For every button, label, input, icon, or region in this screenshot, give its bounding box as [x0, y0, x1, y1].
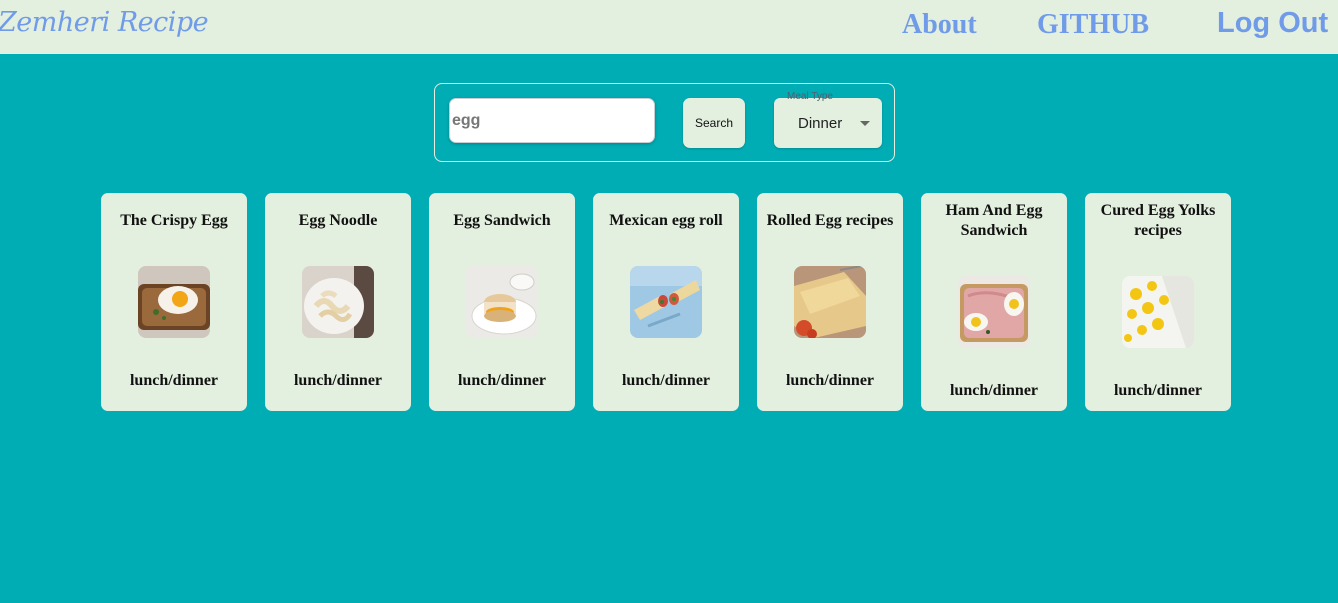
egg-muffin-sandwich-photo — [466, 266, 538, 338]
recipe-meal-type: lunch/dinner — [293, 372, 383, 389]
recipe-meal-type: lunch/dinner — [621, 372, 711, 389]
ham-egg-toast-photo — [958, 276, 1030, 348]
nav-github-link[interactable]: GITHUB — [1037, 9, 1149, 41]
recipe-card[interactable]: Ham And Egg Sandwich lunch/dinner — [921, 193, 1067, 411]
recipe-card[interactable]: The Crispy Egg lunch/dinner — [101, 193, 247, 411]
recipe-title: Cured Egg Yolks recipes — [1100, 202, 1216, 239]
egg-noodle-plate-photo — [302, 266, 374, 338]
recipe-title: Egg Noodle — [298, 212, 378, 229]
brand-logo[interactable]: Zemheri Recipe — [0, 7, 209, 38]
recipe-card[interactable]: Rolled Egg recipes lunch/dinner — [757, 193, 903, 411]
recipe-card[interactable]: Egg Sandwich lunch/dinner — [429, 193, 575, 411]
recipe-title: Mexican egg roll — [609, 212, 723, 229]
fried-egg-toast-photo — [138, 266, 210, 338]
chevron-down-icon — [860, 121, 870, 126]
recipe-meal-type: lunch/dinner — [457, 372, 547, 389]
recipe-card[interactable]: Cured Egg Yolks recipes lunch/dinner — [1085, 193, 1231, 411]
cured-yolks-photo — [1122, 276, 1194, 348]
egg-roll-wrap-photo — [630, 266, 702, 338]
meal-type-label: Meal Type — [787, 91, 833, 102]
nav-about-link[interactable]: About — [902, 9, 977, 41]
recipe-title: Ham And Egg Sandwich — [945, 202, 1043, 239]
logout-button[interactable]: Log Out — [1217, 7, 1328, 40]
recipe-title: The Crispy Egg — [120, 212, 228, 229]
search-input[interactable] — [449, 98, 655, 143]
meal-type-select[interactable]: Dinner — [774, 98, 882, 148]
recipe-meal-type: lunch/dinner — [785, 372, 875, 389]
recipe-title: Rolled Egg recipes — [766, 212, 894, 229]
top-navbar: Zemheri Recipe About GITHUB Log Out — [0, 0, 1338, 54]
recipe-card[interactable]: Egg Noodle lunch/dinner — [265, 193, 411, 411]
recipe-title: Egg Sandwich — [453, 212, 551, 229]
recipe-meal-type: lunch/dinner — [129, 372, 219, 389]
search-button[interactable]: Search — [683, 98, 745, 148]
recipe-meal-type: lunch/dinner — [949, 382, 1039, 399]
recipe-meal-type: lunch/dinner — [1113, 382, 1203, 399]
recipe-card[interactable]: Mexican egg roll lunch/dinner — [593, 193, 739, 411]
meal-type-value: Dinner — [798, 115, 843, 132]
rolled-omelette-photo — [794, 266, 866, 338]
